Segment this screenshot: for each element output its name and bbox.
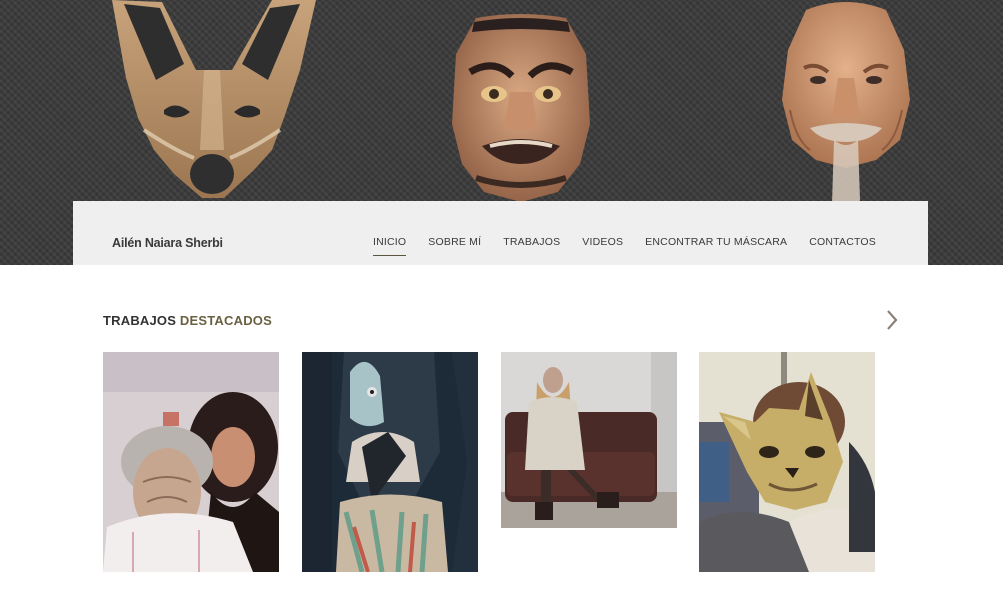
noh-mask-image — [452, 14, 590, 202]
featured-work-card[interactable] — [501, 352, 677, 528]
fox-mask-image — [112, 0, 316, 198]
site-brand[interactable]: Ailén Naiara Sherbi — [112, 236, 223, 250]
main-nav: INICIO SOBRE MÍ TRABAJOS VIDEOS ENCONTRA… — [373, 236, 876, 256]
navbar: Ailén Naiara Sherbi INICIO SOBRE MÍ TRAB… — [73, 201, 928, 265]
featured-work-card[interactable] — [699, 352, 875, 572]
nav-item-contactos[interactable]: CONTACTOS — [809, 236, 876, 248]
nav-item-videos[interactable]: VIDEOS — [582, 236, 623, 248]
nav-item-encontrar-tu-mascara[interactable]: ENCONTRAR TU MÁSCARA — [645, 236, 787, 248]
chevron-right-icon[interactable] — [880, 308, 904, 332]
nav-item-sobre-mi[interactable]: SOBRE MÍ — [428, 236, 481, 248]
nav-item-inicio[interactable]: INICIO — [373, 236, 407, 256]
featured-work-card[interactable] — [302, 352, 478, 572]
section-title: TRABAJOS DESTACADOS — [103, 313, 272, 328]
section-title-part2: DESTACADOS — [179, 313, 272, 328]
nav-item-trabajos[interactable]: TRABAJOS — [503, 236, 560, 248]
section-title-part1: TRABAJOS — [103, 313, 177, 328]
old-man-mask-image — [782, 2, 910, 218]
featured-work-card[interactable] — [103, 352, 279, 572]
